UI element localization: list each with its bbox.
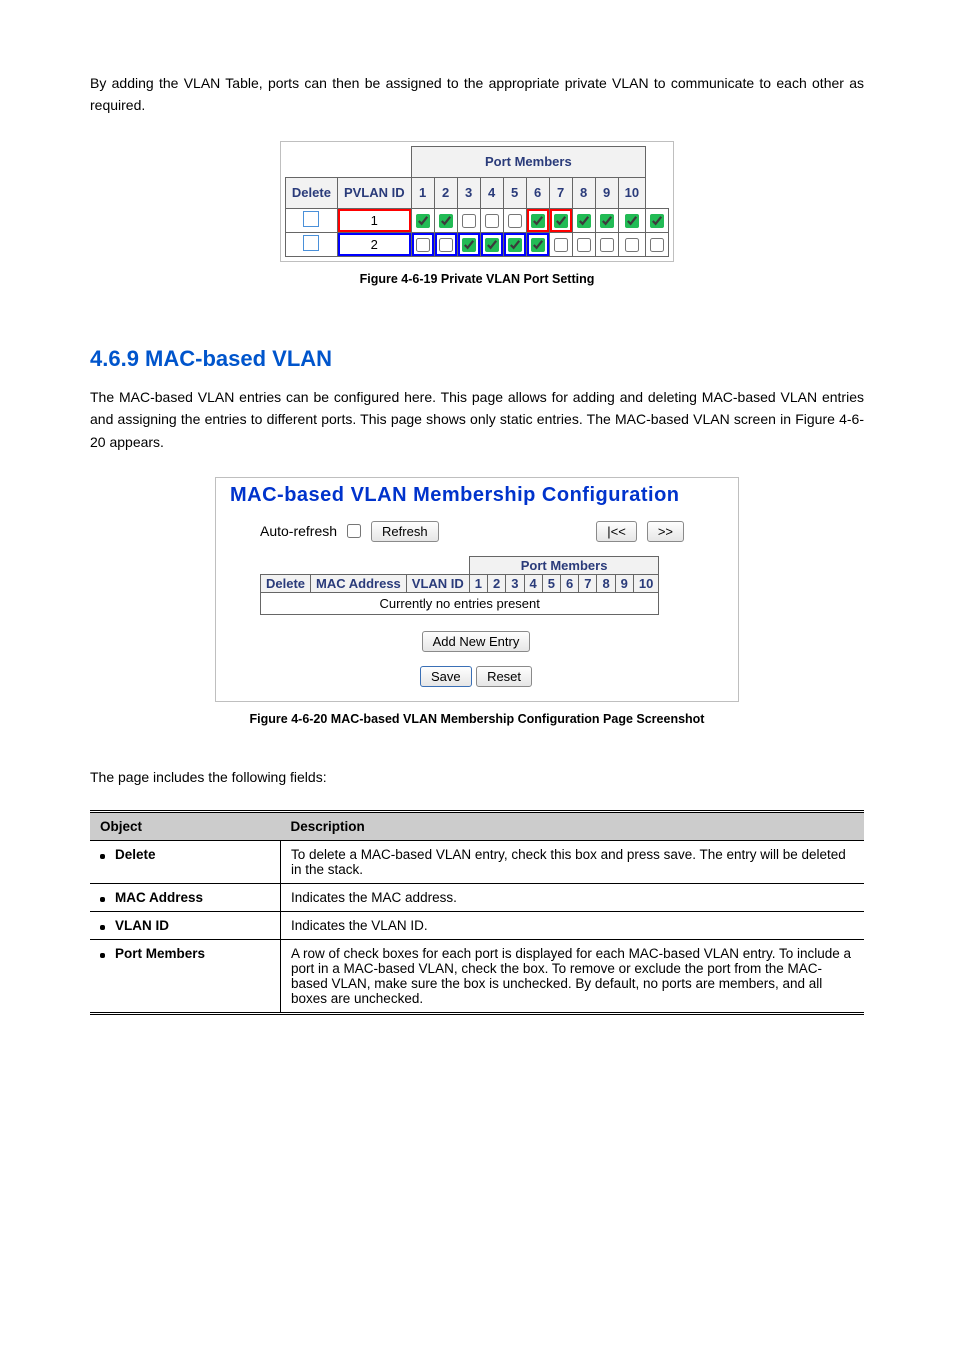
desc-header: Description [281,812,865,841]
port-member-checkbox[interactable] [650,214,664,228]
table-row: Delete To delete a MAC-based VLAN entry, … [90,841,864,884]
port-col-4: 4 [524,574,542,592]
mac-header: MAC Address [311,574,407,592]
port-col-6: 6 [560,574,578,592]
pvlan-table: Port Members DeletePVLAN ID12345678910 1… [285,146,669,257]
vlanid-header: VLAN ID [406,574,469,592]
macvlan-table: Port Members DeleteMAC AddressVLAN ID123… [260,556,659,615]
port-col-5: 5 [542,574,560,592]
intro-paragraph: By adding the VLAN Table, ports can then… [90,72,864,117]
port-member-checkbox[interactable] [416,214,430,228]
port-col-4: 4 [480,177,503,208]
delete-header: Delete [285,177,337,208]
table-row: MAC Address Indicates the MAC address. [90,884,864,912]
port-col-10: 10 [618,177,645,208]
port-col-5: 5 [503,177,526,208]
port-member-checkbox[interactable] [554,214,568,228]
delete-checkbox[interactable] [303,235,319,251]
pvlan-panel: Port Members DeletePVLAN ID12345678910 1… [280,141,674,262]
port-member-checkbox[interactable] [531,214,545,228]
port-col-8: 8 [572,177,595,208]
port-member-checkbox[interactable] [554,238,568,252]
port-col-6: 6 [526,177,549,208]
pvlanid-header: PVLAN ID [337,177,411,208]
port-col-1: 1 [411,177,434,208]
obj-header: Object [90,812,281,841]
port-col-9: 9 [595,177,618,208]
section-heading: 4.6.9 MAC-based VLAN [90,346,864,372]
port-col-3: 3 [506,574,524,592]
port-col-2: 2 [488,574,506,592]
object-description: Indicates the VLAN ID. [281,912,865,940]
pvlan-id-cell: 2 [337,232,411,256]
port-col-7: 7 [549,177,572,208]
delete-checkbox[interactable] [303,211,319,227]
port-member-checkbox[interactable] [600,214,614,228]
pvlan-row-1: 1 [285,208,668,232]
table-intro-paragraph: The page includes the following fields: [90,766,864,788]
pvlan-row-2: 2 [285,232,668,256]
port-col-10: 10 [633,574,658,592]
port-member-checkbox[interactable] [508,214,522,228]
object-name: Delete [115,847,156,862]
port-col-9: 9 [615,574,633,592]
auto-refresh-checkbox[interactable] [347,524,361,538]
object-name: MAC Address [115,890,203,905]
port-member-checkbox[interactable] [577,238,591,252]
table-row: VLAN ID Indicates the VLAN ID. [90,912,864,940]
port-member-checkbox[interactable] [577,214,591,228]
bullet-icon [100,897,105,902]
bullet-icon [100,953,105,958]
port-col-8: 8 [597,574,615,592]
save-button[interactable]: Save [420,666,472,687]
port-members-header: Port Members [411,146,645,177]
port-member-checkbox[interactable] [508,238,522,252]
object-description: A row of check boxes for each port is di… [281,940,865,1014]
macvlan-panel: MAC-based VLAN Membership Configuration … [215,477,739,702]
add-new-entry-button[interactable]: Add New Entry [422,631,531,652]
port-member-checkbox[interactable] [439,214,453,228]
port-member-checkbox[interactable] [485,238,499,252]
mv-port-members-header: Port Members [469,556,659,574]
port-member-checkbox[interactable] [485,214,499,228]
port-member-checkbox[interactable] [600,238,614,252]
object-description-table: Object Description Delete To delete a MAC… [90,810,864,1015]
port-member-checkbox[interactable] [462,238,476,252]
prev-button[interactable]: |<< [596,521,637,542]
object-name: Port Members [115,946,205,961]
bullet-icon [100,854,105,859]
object-description: To delete a MAC-based VLAN entry, check … [281,841,865,884]
port-member-checkbox[interactable] [462,214,476,228]
bullet-icon [100,925,105,930]
refresh-button[interactable]: Refresh [371,521,439,542]
mv-empty-message: Currently no entries present [261,592,659,614]
port-col-7: 7 [579,574,597,592]
object-description: Indicates the MAC address. [281,884,865,912]
reset-button[interactable]: Reset [476,666,532,687]
port-member-checkbox[interactable] [439,238,453,252]
next-button[interactable]: >> [647,521,684,542]
figure2-caption: Figure 4-6-20 MAC-based VLAN Membership … [90,712,864,726]
figure1-caption: Figure 4-6-19 Private VLAN Port Setting [90,272,864,286]
pvlan-id-cell: 1 [337,208,411,232]
object-name: VLAN ID [115,918,169,933]
auto-refresh-label: Auto-refresh [260,523,337,539]
port-member-checkbox[interactable] [416,238,430,252]
section-paragraph: The MAC-based VLAN entries can be config… [90,386,864,453]
port-col-3: 3 [457,177,480,208]
port-col-2: 2 [434,177,457,208]
delete-header: Delete [261,574,311,592]
port-member-checkbox[interactable] [531,238,545,252]
port-col-1: 1 [469,574,487,592]
port-member-checkbox[interactable] [625,214,639,228]
port-member-checkbox[interactable] [625,238,639,252]
table-row: Port Members A row of check boxes for eac… [90,940,864,1014]
macvlan-title: MAC-based VLAN Membership Configuration [230,484,722,507]
port-member-checkbox[interactable] [650,238,664,252]
